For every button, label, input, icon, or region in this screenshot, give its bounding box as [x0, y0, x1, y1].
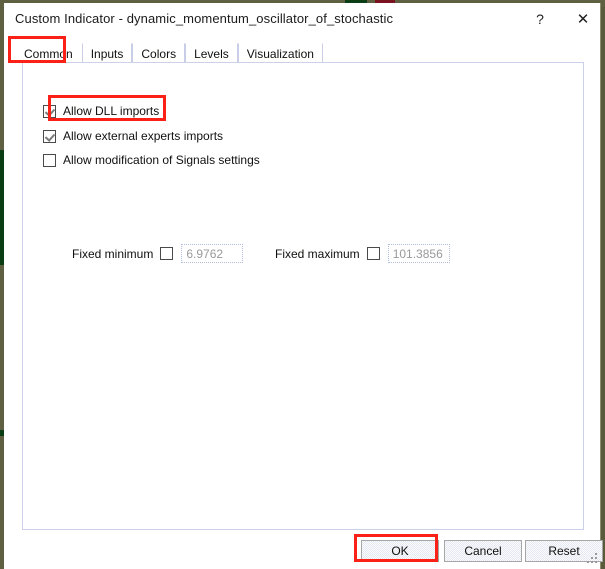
tab-colors[interactable]: Colors	[132, 43, 186, 63]
checkbox-row-allow-modification-of-signals-settings[interactable]: Allow modification of Signals settings	[43, 153, 260, 167]
checkbox-label-allow-dll-imports: Allow DLL imports	[63, 104, 160, 118]
title-bar: Custom Indicator - dynamic_momentum_osci…	[4, 3, 600, 35]
tab-common[interactable]: Common	[15, 43, 82, 63]
checkbox-fixed-minimum[interactable]	[160, 247, 174, 260]
resize-grip[interactable]	[587, 553, 599, 565]
checkbox-allow-external-experts-imports[interactable]	[43, 129, 56, 143]
ok-button[interactable]: OK	[361, 540, 439, 562]
close-icon[interactable]: ✕	[568, 6, 598, 32]
fixed-minimum-group: Fixed minimum	[72, 244, 244, 263]
cancel-button[interactable]: Cancel	[444, 540, 522, 562]
fixed-minimum-label: Fixed minimum	[72, 246, 154, 261]
tab-visualization[interactable]: Visualization	[237, 43, 323, 63]
fixed-maximum-input[interactable]	[387, 244, 450, 263]
checkbox-allow-dll-imports[interactable]	[43, 104, 56, 118]
checkbox-row-allow-external-experts-imports[interactable]: Allow external experts imports	[43, 129, 223, 143]
tab-levels[interactable]: Levels	[185, 43, 238, 63]
fixed-minimum-input[interactable]	[181, 244, 244, 263]
custom-indicator-dialog: Custom Indicator - dynamic_momentum_osci…	[4, 3, 603, 569]
tab-bar: Common Inputs Colors Levels Visualizatio…	[15, 41, 323, 63]
help-icon[interactable]: ?	[525, 6, 555, 32]
checkbox-label-allow-modification-of-signals-settings: Allow modification of Signals settings	[63, 153, 260, 167]
tab-inputs[interactable]: Inputs	[81, 43, 133, 63]
window-title: Custom Indicator - dynamic_momentum_osci…	[15, 11, 394, 26]
fixed-maximum-label: Fixed maximum	[275, 246, 360, 261]
checkbox-fixed-maximum[interactable]	[366, 247, 380, 260]
checkbox-label-allow-external-experts-imports: Allow external experts imports	[63, 129, 224, 143]
fixed-maximum-group: Fixed maximum	[275, 244, 450, 263]
checkbox-row-allow-dll-imports[interactable]: Allow DLL imports	[43, 104, 159, 118]
checkbox-allow-modification-of-signals-settings[interactable]	[43, 153, 56, 167]
